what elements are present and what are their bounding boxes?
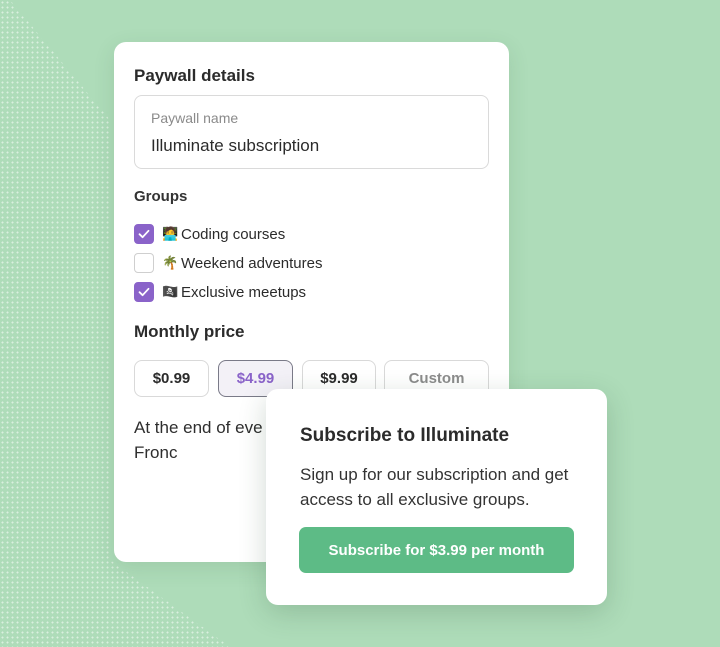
popup-body: Sign up for our subscription and get acc… bbox=[300, 465, 569, 509]
group-label: Weekend adventures bbox=[181, 254, 323, 272]
subscribe-popup: Subscribe to Illuminate Sign up for our … bbox=[266, 389, 607, 605]
groups-title: Groups bbox=[134, 188, 188, 205]
group-label: Exclusive meetups bbox=[181, 283, 307, 301]
palm-tree-emoji-icon: 🌴 bbox=[162, 255, 179, 271]
monthly-price-title: Monthly price bbox=[134, 322, 245, 341]
checkbox-checked[interactable] bbox=[134, 282, 154, 302]
paywall-name-field[interactable]: Paywall name Illuminate subscription bbox=[134, 95, 489, 169]
checkmark-icon bbox=[138, 287, 150, 297]
group-label: Coding courses bbox=[181, 225, 286, 243]
card-title: Paywall details bbox=[134, 66, 255, 85]
price-option-0-99[interactable]: $0.99 bbox=[134, 360, 209, 397]
checkmark-icon bbox=[138, 229, 150, 239]
subscribe-button[interactable]: Subscribe for $3.99 per month bbox=[299, 527, 574, 573]
paywall-name-label: Paywall name bbox=[151, 110, 239, 126]
group-item-weekend-adventures[interactable]: 🌴 Weekend adventures bbox=[134, 253, 322, 273]
pirate-flag-emoji-icon: 🏴‍☠️ bbox=[162, 284, 179, 300]
technologist-emoji-icon: 🧑‍💻 bbox=[162, 226, 179, 242]
checkbox-unchecked[interactable] bbox=[134, 253, 154, 273]
group-item-exclusive-meetups[interactable]: 🏴‍☠️ Exclusive meetups bbox=[134, 282, 306, 302]
checkbox-checked[interactable] bbox=[134, 224, 154, 244]
group-item-coding-courses[interactable]: 🧑‍💻 Coding courses bbox=[134, 224, 285, 244]
paywall-name-value: Illuminate subscription bbox=[151, 136, 320, 155]
popup-title: Subscribe to Illuminate bbox=[300, 425, 510, 446]
